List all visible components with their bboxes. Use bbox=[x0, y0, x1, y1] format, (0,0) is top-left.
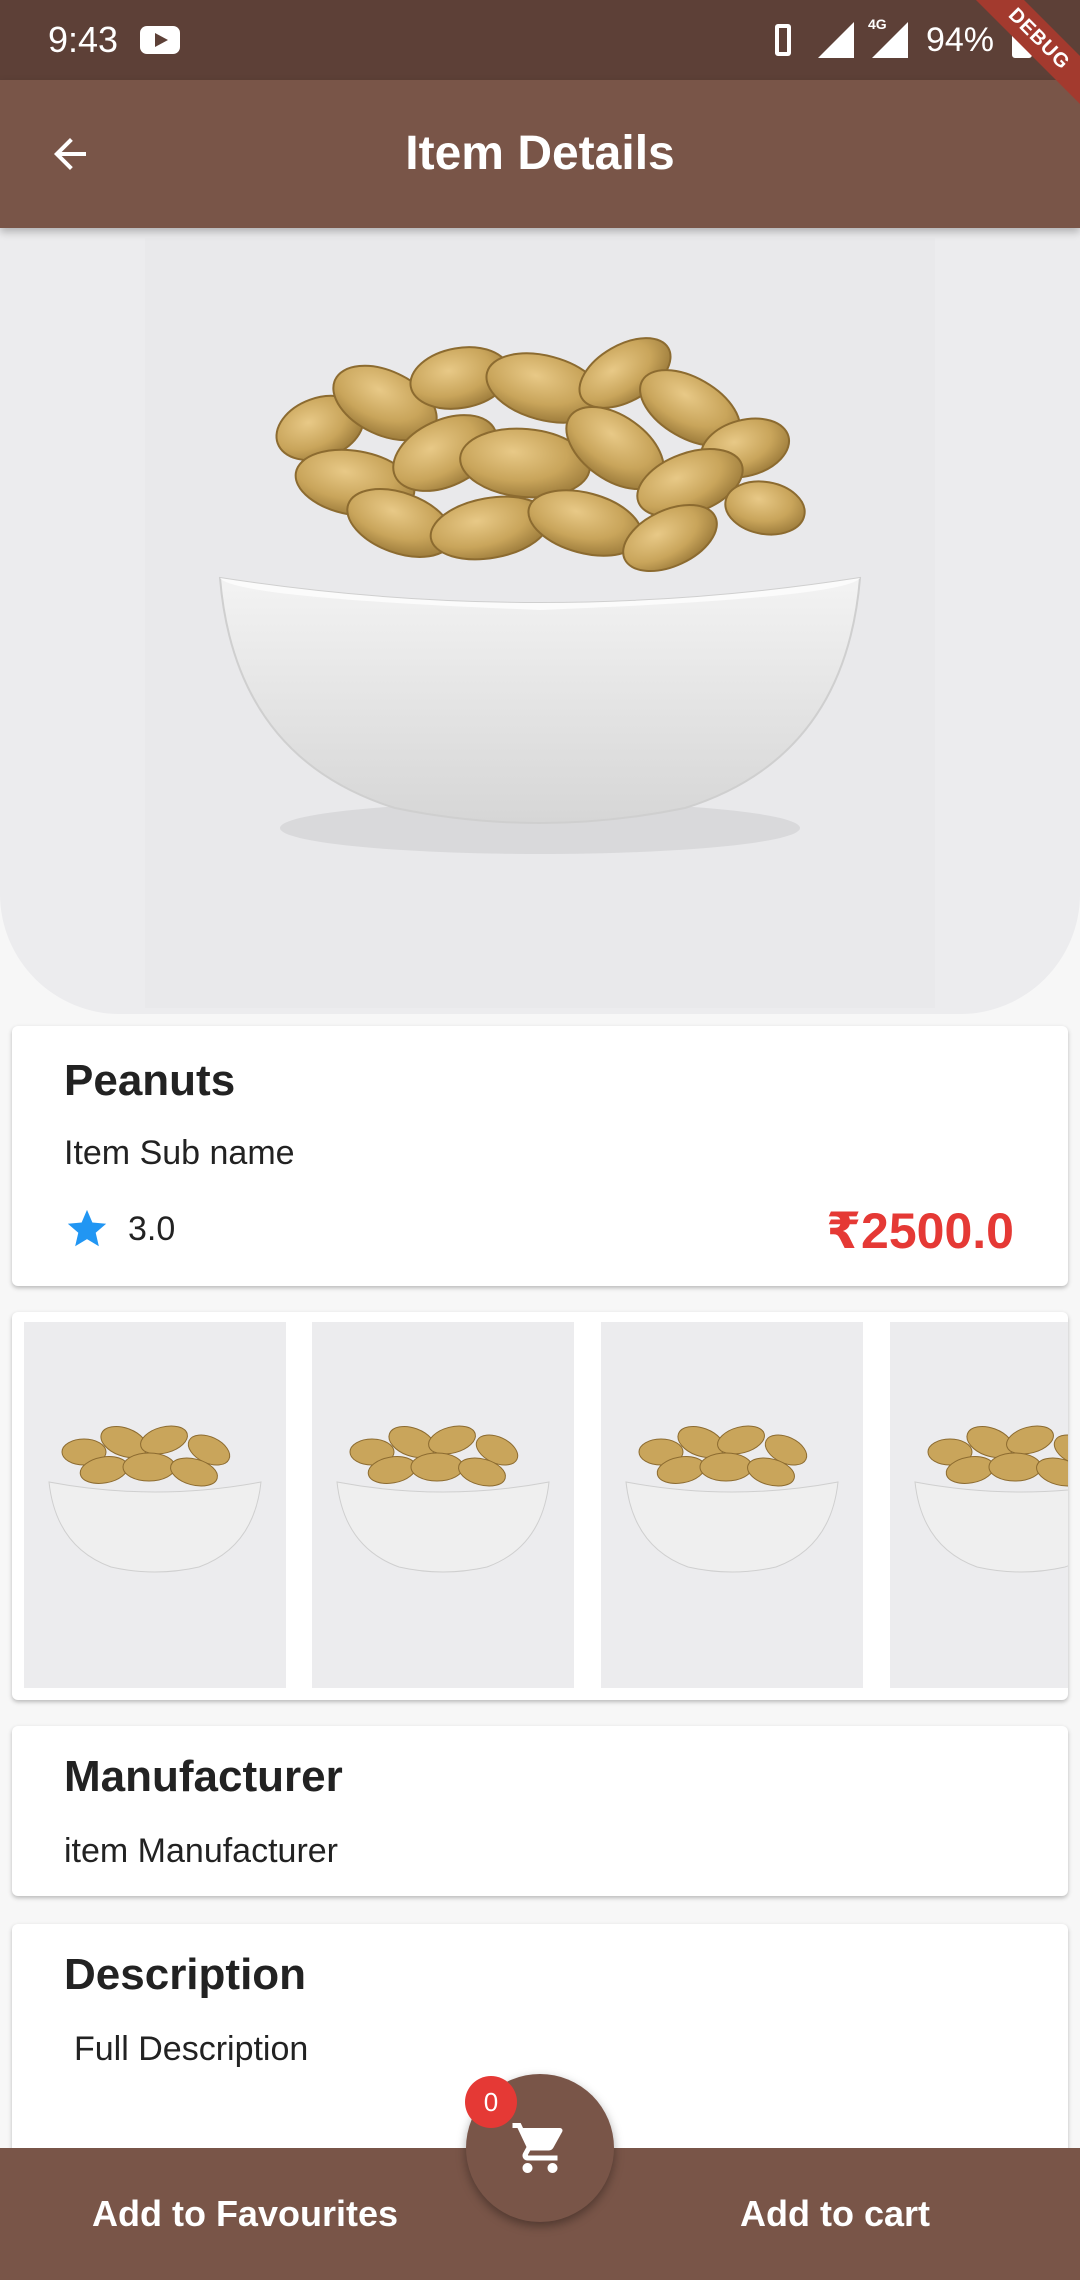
peanut-bowl-thumbnail bbox=[625, 1425, 839, 1573]
description-value: Full Description bbox=[74, 2030, 309, 2068]
status-icons: 4G 94% bbox=[766, 16, 1032, 60]
item-image-frame bbox=[145, 238, 935, 1008]
manufacturer-title: Manufacturer bbox=[64, 1752, 343, 1801]
signal-icon bbox=[817, 22, 854, 58]
page-title: Item Details bbox=[405, 127, 675, 180]
manufacturer-value: item Manufacturer bbox=[64, 1832, 338, 1870]
cart-icon bbox=[512, 2123, 563, 2173]
gallery-thumbnail[interactable] bbox=[890, 1322, 1068, 1688]
item-image bbox=[0, 228, 1080, 1014]
status-bar: 9:43 4G 94% bbox=[0, 0, 1080, 80]
gallery-thumbnail[interactable] bbox=[312, 1322, 574, 1688]
battery-percent: 94% bbox=[925, 20, 994, 59]
item-info-card: Peanuts Item Sub name 3.0 ₹2500.0 bbox=[12, 1026, 1068, 1286]
peanut-bowl-thumbnail bbox=[914, 1425, 1068, 1573]
manufacturer-card: Manufacturer item Manufacturer bbox=[12, 1726, 1068, 1896]
cart-count-badge: 0 bbox=[465, 2076, 517, 2128]
peanut-bowl-image bbox=[218, 337, 862, 854]
gallery-thumbnail[interactable] bbox=[601, 1322, 863, 1688]
peanut-bowl-thumbnail bbox=[336, 1425, 550, 1573]
app-bar: Item Details bbox=[0, 80, 1080, 228]
item-name: Peanuts bbox=[64, 1056, 236, 1105]
image-gallery[interactable] bbox=[12, 1312, 1068, 1700]
item-details-screen: 9:43 4G 94% DEBUG Item Details Peanuts I… bbox=[0, 0, 1080, 2280]
item-sub-name: Item Sub name bbox=[64, 1134, 295, 1172]
vibrate-icon bbox=[766, 20, 800, 60]
rating-value: 3.0 bbox=[128, 1209, 176, 1248]
item-price: ₹2500.0 bbox=[826, 1203, 1014, 1259]
status-time: 9:43 bbox=[48, 19, 119, 60]
add-to-favourites-button[interactable]: Add to Favourites bbox=[0, 2148, 540, 2280]
description-title: Description bbox=[64, 1950, 307, 1999]
network-label: 4G bbox=[867, 16, 887, 32]
star-icon bbox=[67, 1209, 107, 1247]
signal-4g-icon: 4G bbox=[868, 16, 908, 58]
youtube-icon bbox=[140, 26, 181, 54]
item-rating: 3.0 bbox=[64, 1206, 175, 1252]
gallery-thumbnail[interactable] bbox=[24, 1322, 286, 1688]
add-to-cart-button[interactable]: Add to cart bbox=[540, 2148, 1080, 2280]
peanut-bowl-thumbnail bbox=[48, 1425, 262, 1573]
